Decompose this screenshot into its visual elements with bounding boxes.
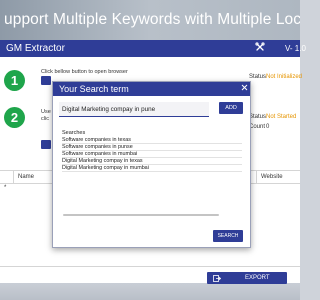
column-header-name[interactable]: Name — [18, 174, 34, 180]
export-button[interactable]: EXPORT — [207, 272, 287, 284]
step-1-instruction: Click bellow button to open browser — [41, 69, 128, 75]
open-browser-button[interactable] — [41, 76, 51, 85]
searches-list: Software companies in texas Software com… — [62, 137, 242, 172]
search-button[interactable]: SEARCH — [213, 230, 243, 242]
list-item[interactable]: Digital Marketing compay in mumbai — [62, 165, 242, 172]
new-row-marker: * — [4, 185, 7, 191]
dialog-title-bar: Your Search term — [53, 82, 250, 96]
step-2-status-value: Not Started — [266, 114, 297, 120]
search-term-dialog: Your Search term ADD Searches Software c… — [52, 81, 251, 248]
count-label: Count — [249, 124, 266, 130]
step-2-instruction-line-1: Use — [41, 109, 51, 115]
list-item[interactable]: Digital Marketing compay in texas — [62, 158, 242, 165]
list-item[interactable]: Software companies in punse — [62, 144, 242, 151]
search-term-input[interactable] — [59, 102, 209, 117]
step-2-instruction-line-2: clic — [41, 116, 49, 122]
column-header-website[interactable]: Website — [261, 174, 283, 180]
promo-banner: upport Multiple Keywords with Multiple L… — [0, 0, 300, 40]
step-1-status-value: Not Initialized — [266, 74, 303, 80]
list-item[interactable]: Software companies in texas — [62, 137, 242, 144]
app-title: GM Extractor — [6, 43, 65, 54]
export-icon — [213, 274, 222, 284]
add-button[interactable]: ADD — [219, 102, 243, 114]
step-1-badge: 1 — [4, 70, 25, 91]
step-1-status-label: Status — [249, 74, 267, 80]
step-2-badge: 2 — [4, 107, 25, 128]
list-item[interactable]: Software companies in mumbai — [62, 151, 242, 158]
dialog-title: Your Search term — [59, 84, 129, 94]
step-2-status-label: Status — [249, 114, 267, 120]
title-bar: GM Extractor V- 1.0 — [0, 40, 306, 57]
tools-icon[interactable] — [255, 42, 265, 55]
searches-label: Searches — [62, 130, 86, 136]
background-strip — [0, 283, 300, 300]
count-value: 0 — [266, 124, 270, 130]
banner-title: upport Multiple Keywords with Multiple L… — [4, 11, 300, 28]
close-icon[interactable] — [241, 84, 248, 93]
start-button[interactable] — [41, 140, 51, 149]
export-label: EXPORT — [245, 275, 270, 281]
version-label: V- 1.0 — [285, 44, 306, 53]
horizontal-scrollbar[interactable] — [63, 214, 219, 216]
